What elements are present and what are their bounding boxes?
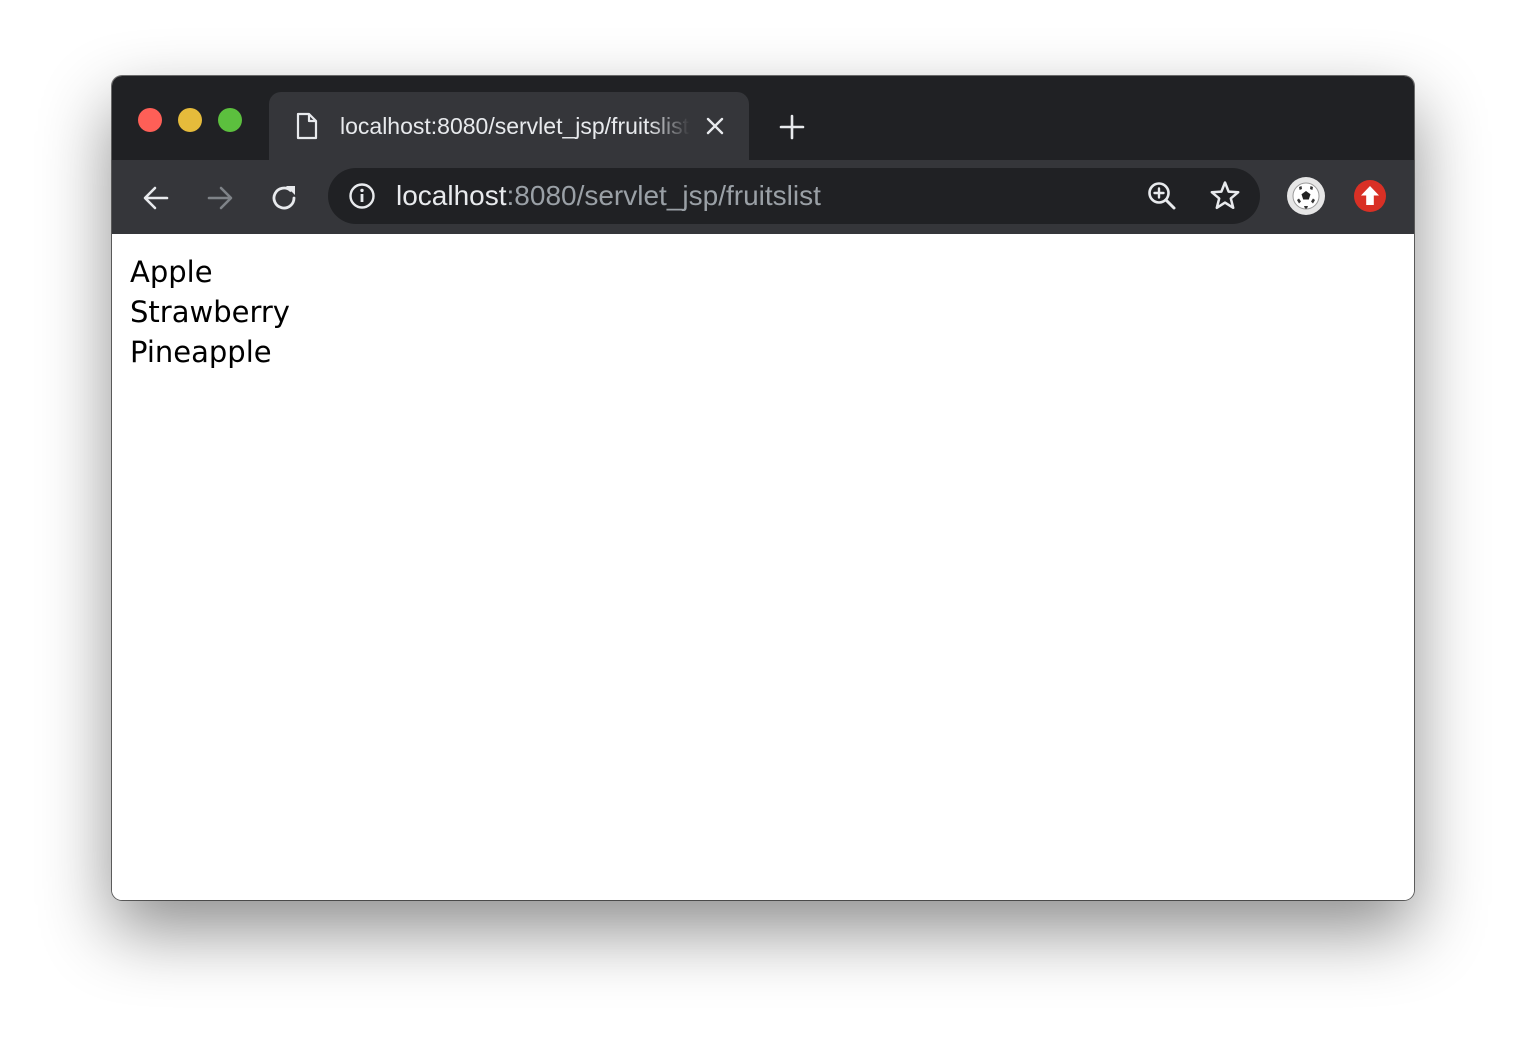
- back-button[interactable]: [140, 182, 172, 214]
- upload-arrow-icon[interactable]: [1354, 180, 1386, 212]
- list-item: Pineapple: [130, 335, 272, 369]
- star-icon[interactable]: [1208, 179, 1242, 213]
- browser-toolbar: localhost:8080/servlet_jsp/fruitslist: [112, 160, 1414, 234]
- window-maximize-button[interactable]: [218, 108, 242, 132]
- window-minimize-button[interactable]: [178, 108, 202, 132]
- address-bar[interactable]: localhost:8080/servlet_jsp/fruitslist: [328, 168, 1260, 224]
- arrow-right-icon: [207, 186, 233, 210]
- url-host: localhost: [396, 180, 507, 211]
- title-bar: localhost:8080/servlet_jsp/fruitslist: [112, 76, 1414, 160]
- arrow-left-icon: [143, 186, 169, 210]
- url-path: :8080/servlet_jsp/fruitslist: [506, 180, 821, 211]
- page-content: Apple Strawberry Pineapple: [112, 234, 1414, 900]
- new-tab-button[interactable]: [777, 112, 807, 142]
- tab-active[interactable]: localhost:8080/servlet_jsp/fruitslist: [269, 92, 749, 160]
- reload-icon: [272, 186, 296, 210]
- page-icon: [295, 112, 319, 140]
- reload-button[interactable]: [268, 182, 300, 214]
- url-text[interactable]: localhost:8080/servlet_jsp/fruitslist: [396, 179, 821, 213]
- forward-button[interactable]: [204, 182, 236, 214]
- list-item: Strawberry: [130, 295, 290, 329]
- browser-window: localhost:8080/servlet_jsp/fruitslist lo…: [112, 76, 1414, 900]
- zoom-in-icon[interactable]: [1146, 180, 1178, 212]
- fruit-list: Apple Strawberry Pineapple: [130, 252, 290, 372]
- screenshot-stage: localhost:8080/servlet_jsp/fruitslist lo…: [0, 0, 1526, 1048]
- close-icon[interactable]: [703, 114, 727, 138]
- soccer-ball-icon[interactable]: [1286, 176, 1326, 216]
- tab-title: localhost:8080/servlet_jsp/fruitslist: [340, 113, 689, 139]
- info-icon[interactable]: [348, 182, 376, 210]
- window-close-button[interactable]: [138, 108, 162, 132]
- plus-icon: [779, 114, 805, 140]
- list-item: Apple: [130, 255, 213, 289]
